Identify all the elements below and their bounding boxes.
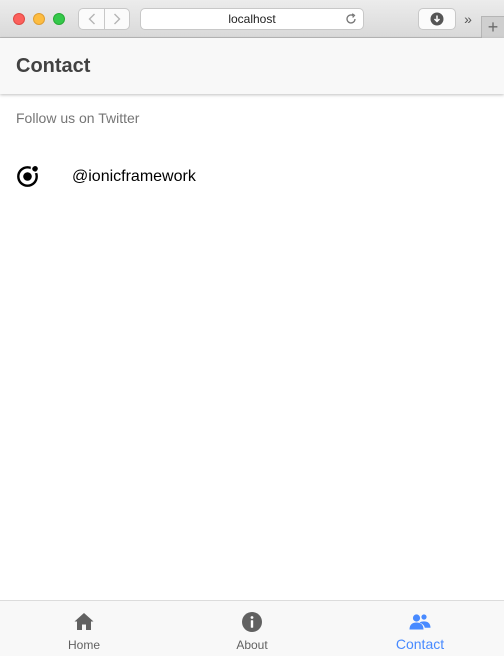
contacts-icon	[409, 613, 431, 630]
browser-toolbar: localhost » +	[0, 0, 504, 38]
ionic-logo-icon	[17, 164, 40, 187]
tab-about[interactable]: About	[168, 601, 336, 656]
back-button[interactable]	[78, 8, 104, 30]
reload-icon[interactable]	[344, 12, 358, 26]
page-title: Contact	[16, 55, 91, 77]
tab-about-label: About	[236, 638, 268, 652]
forward-button[interactable]	[104, 8, 130, 30]
list-header: Follow us on Twitter	[16, 110, 140, 126]
downloads-button[interactable]	[418, 8, 456, 30]
tab-bar: Home About Contact	[0, 600, 504, 656]
minimize-window-button[interactable]	[33, 13, 45, 25]
new-tab-button[interactable]: +	[481, 16, 504, 38]
tab-home[interactable]: Home	[0, 601, 168, 656]
tab-contact-label: Contact	[395, 636, 445, 652]
chevron-left-icon	[88, 13, 95, 25]
tab-contact[interactable]: Contact	[336, 601, 504, 656]
content-area: Follow us on Twitter @ionicframework	[0, 94, 504, 600]
browser-window: localhost » + Contact Follow us on Twitt…	[0, 0, 504, 656]
info-icon	[242, 612, 262, 632]
list-item-label: @ionicframework	[72, 168, 196, 185]
chevron-right-icon	[114, 13, 121, 25]
address-bar[interactable]: localhost	[140, 8, 364, 30]
home-icon	[74, 613, 94, 630]
zoom-window-button[interactable]	[53, 13, 65, 25]
address-text: localhost	[228, 12, 276, 26]
tab-home-label: Home	[67, 638, 100, 652]
more-toolbar-button[interactable]: »	[461, 10, 475, 28]
download-icon	[430, 12, 444, 26]
list-item-twitter[interactable]: @ionicframework	[0, 156, 504, 196]
app-header: Contact	[0, 38, 504, 94]
close-window-button[interactable]	[13, 13, 25, 25]
history-nav	[78, 8, 130, 30]
